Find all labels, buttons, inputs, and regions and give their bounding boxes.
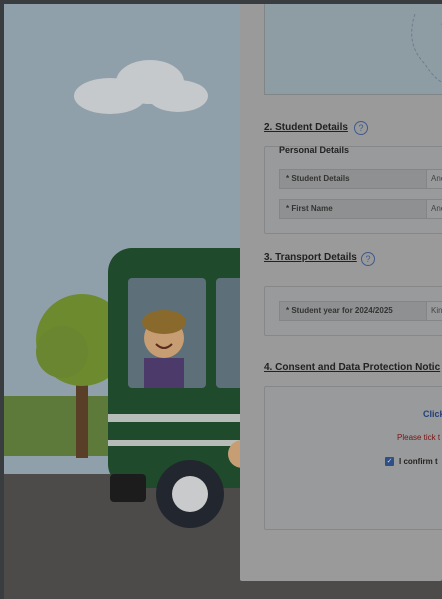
field-label: * Student Details	[286, 174, 350, 183]
transport-details-card: * Student year for 2024/2025 Kin	[264, 286, 442, 336]
click-link[interactable]: Click	[423, 409, 442, 419]
form-panel: 2. Student Details ? Personal Details * …	[240, 4, 442, 581]
confirm-label[interactable]: I confirm t	[399, 457, 438, 466]
consent-warning: Please tick t	[397, 433, 441, 442]
question-circle-icon[interactable]: ?	[354, 121, 368, 135]
field-label: * First Name	[286, 204, 333, 213]
student-year-field[interactable]: * Student year for 2024/2025 Kin	[279, 301, 442, 321]
section-title-student-details: 2. Student Details	[264, 122, 348, 133]
field-label: * Student year for 2024/2025	[286, 306, 393, 315]
consent-card: Click Please tick t ✓ I confirm t	[264, 386, 442, 530]
bus-illustration	[108, 248, 262, 528]
map-preview[interactable]	[264, 4, 442, 95]
section-title-transport-details: 3. Transport Details	[264, 252, 357, 263]
cloud-illustration	[74, 60, 208, 114]
student-details-field[interactable]: * Student Details Ane	[279, 169, 442, 189]
question-circle-icon[interactable]: ?	[361, 252, 375, 266]
consent-checkbox[interactable]: ✓	[385, 457, 394, 466]
personal-details-heading: Personal Details	[279, 145, 350, 155]
field-value[interactable]: Ane	[426, 200, 442, 218]
checkmark-icon: ✓	[386, 458, 393, 465]
student-details-card: Personal Details * Student Details Ane *…	[264, 145, 442, 234]
map-outline	[411, 13, 442, 84]
section-title-consent: 4. Consent and Data Protection Notic	[264, 362, 441, 373]
field-value[interactable]: Ane	[426, 170, 442, 188]
first-name-field[interactable]: * First Name Ane	[279, 199, 442, 219]
field-value[interactable]: Kin	[426, 302, 442, 320]
